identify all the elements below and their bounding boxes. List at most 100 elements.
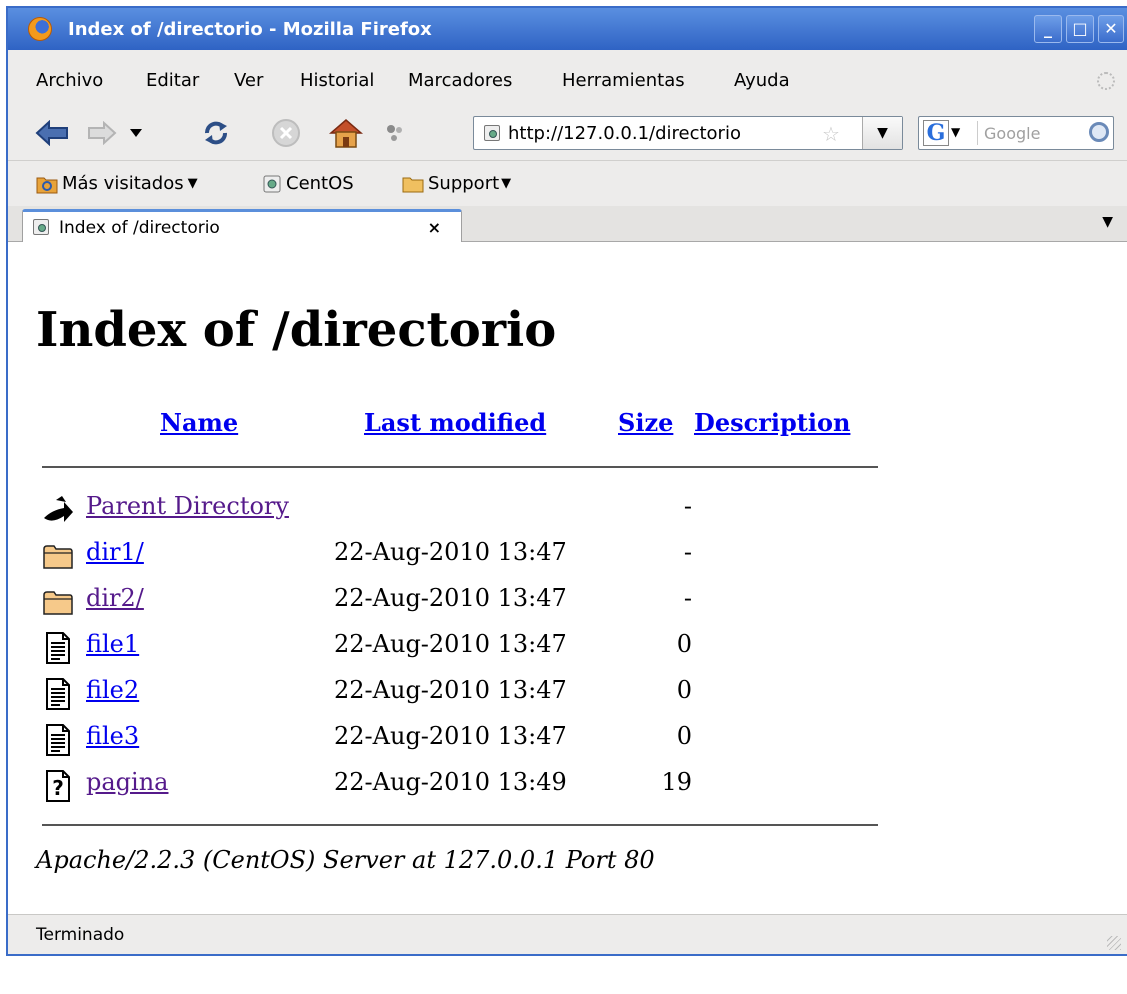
- entry-link[interactable]: file1: [86, 630, 139, 658]
- menu-archivo[interactable]: Archivo: [36, 70, 103, 91]
- tab-index-of-directorio[interactable]: Index of /directorio ×: [22, 209, 462, 243]
- page-icon: [33, 219, 49, 235]
- header-divider: [42, 466, 878, 468]
- url-bar[interactable]: ☆ ▼: [473, 116, 903, 150]
- url-dropdown-button[interactable]: ▼: [862, 117, 902, 149]
- bookmark-label: CentOS: [286, 173, 354, 194]
- menu-ver[interactable]: Ver: [234, 70, 263, 91]
- table-row: file1 22-Aug-2010 13:47 0: [42, 626, 882, 666]
- menu-herramientas[interactable]: Herramientas: [562, 70, 685, 91]
- tab-title: Index of /directorio: [59, 218, 220, 238]
- minimize-button[interactable]: _: [1034, 15, 1062, 43]
- forward-arrow-icon: [88, 121, 117, 145]
- menu-marcadores[interactable]: Marcadores: [408, 70, 512, 91]
- table-row: file3 22-Aug-2010 13:47 0: [42, 718, 882, 758]
- entry-link[interactable]: file2: [86, 676, 139, 704]
- stop-button[interactable]: [268, 118, 304, 148]
- chevron-down-icon: [130, 129, 142, 137]
- bookmark-star-icon[interactable]: ☆: [822, 122, 840, 146]
- text-file-icon: [46, 678, 70, 710]
- entry-link[interactable]: pagina: [86, 768, 168, 796]
- extension-button[interactable]: [380, 118, 410, 148]
- maximize-button[interactable]: □: [1066, 15, 1094, 43]
- text-file-icon: [46, 724, 70, 756]
- home-icon: [328, 119, 364, 148]
- footer-divider: [42, 824, 878, 826]
- column-header-size[interactable]: Size: [618, 408, 673, 437]
- chevron-down-icon: ▼: [501, 176, 512, 191]
- text-file-icon: [46, 632, 70, 664]
- extension-icon: [387, 125, 402, 141]
- menu-historial[interactable]: Historial: [300, 70, 374, 91]
- table-row: file2 22-Aug-2010 13:47 0: [42, 672, 882, 712]
- table-row: dir2/ 22-Aug-2010 13:47 -: [42, 580, 882, 620]
- menu-bar: Archivo Editar Ver Historial Marcadores …: [8, 50, 1127, 91]
- entry-modified: 22-Aug-2010 13:47: [334, 722, 567, 750]
- entry-modified: 22-Aug-2010 13:47: [334, 676, 567, 704]
- bookmark-label: Support: [428, 173, 500, 194]
- close-tab-icon[interactable]: ×: [428, 218, 441, 237]
- stop-icon: [272, 119, 300, 147]
- entry-link[interactable]: dir2/: [86, 584, 144, 612]
- folder-icon: [43, 591, 73, 615]
- entry-modified: 22-Aug-2010 13:49: [334, 768, 567, 796]
- home-button[interactable]: [326, 118, 366, 148]
- reload-icon: [205, 121, 227, 145]
- page-title: Index of /directorio: [36, 302, 557, 358]
- server-signature: Apache/2.2.3 (CentOS) Server at 127.0.0.…: [36, 846, 655, 874]
- engine-dropdown-icon[interactable]: ▼: [951, 125, 960, 139]
- status-bar: Terminado: [8, 914, 1127, 954]
- entry-size: 19: [661, 768, 692, 796]
- entry-size: 0: [676, 676, 692, 704]
- site-identity-icon[interactable]: [484, 125, 500, 141]
- menu-ayuda[interactable]: Ayuda: [734, 70, 790, 91]
- bookmark-centos[interactable]: CentOS: [262, 173, 354, 194]
- page-icon: [263, 175, 281, 192]
- entry-size: -: [683, 584, 692, 612]
- entry-size: 0: [676, 630, 692, 658]
- table-row: dir1/ 22-Aug-2010 13:47 -: [42, 534, 882, 574]
- search-input[interactable]: [977, 121, 1083, 145]
- folder-icon: [43, 545, 73, 569]
- unknown-file-icon: ?: [46, 770, 70, 802]
- url-input[interactable]: [508, 121, 838, 145]
- entry-size: -: [683, 492, 692, 520]
- title-bar[interactable]: Index of /directorio - Mozilla Firefox _…: [8, 8, 1127, 50]
- svg-text:?: ?: [52, 776, 64, 800]
- column-header-description[interactable]: Description: [694, 408, 850, 437]
- folder-icon: [402, 177, 424, 192]
- window-title: Index of /directorio - Mozilla Firefox: [68, 19, 432, 40]
- list-all-tabs-button[interactable]: ▼: [1102, 214, 1113, 230]
- throbber-icon: [1097, 72, 1115, 90]
- bookmark-mas-visitados[interactable]: Más visitados ▼: [36, 173, 198, 194]
- tab-strip: Index of /directorio × ▼: [8, 206, 1127, 243]
- resize-grip-icon[interactable]: [1107, 936, 1121, 950]
- search-bar[interactable]: G ▼: [918, 116, 1114, 150]
- menu-editar[interactable]: Editar: [146, 70, 199, 91]
- google-engine-icon[interactable]: G: [923, 120, 949, 146]
- entry-size: 0: [676, 722, 692, 750]
- column-header-last-modified[interactable]: Last modified: [364, 408, 546, 437]
- reload-button[interactable]: [196, 118, 236, 148]
- table-row: ? pagina 22-Aug-2010 13:49 19: [42, 764, 882, 804]
- back-button[interactable]: [30, 118, 74, 148]
- entry-size: -: [683, 538, 692, 566]
- firefox-logo-icon: [28, 17, 52, 41]
- bookmark-label: Más visitados: [62, 173, 184, 194]
- page-content: Index of /directorio Name Last modified …: [8, 242, 1127, 914]
- parent-directory-icon: [44, 496, 73, 522]
- table-row: Parent Directory -: [42, 488, 882, 528]
- history-dropdown-button[interactable]: [126, 118, 146, 148]
- status-text: Terminado: [36, 925, 125, 945]
- entry-link[interactable]: dir1/: [86, 538, 144, 566]
- entry-modified: 22-Aug-2010 13:47: [334, 630, 567, 658]
- column-header-name[interactable]: Name: [160, 408, 238, 437]
- search-magnifier-icon[interactable]: [1089, 122, 1109, 142]
- bookmark-support[interactable]: Support ▼: [402, 173, 511, 194]
- forward-button[interactable]: [82, 118, 122, 148]
- entry-link[interactable]: Parent Directory: [86, 492, 289, 520]
- close-window-button[interactable]: ✕: [1098, 15, 1124, 43]
- entry-link[interactable]: file3: [86, 722, 139, 750]
- back-arrow-icon: [35, 120, 68, 146]
- entry-modified: 22-Aug-2010 13:47: [334, 538, 567, 566]
